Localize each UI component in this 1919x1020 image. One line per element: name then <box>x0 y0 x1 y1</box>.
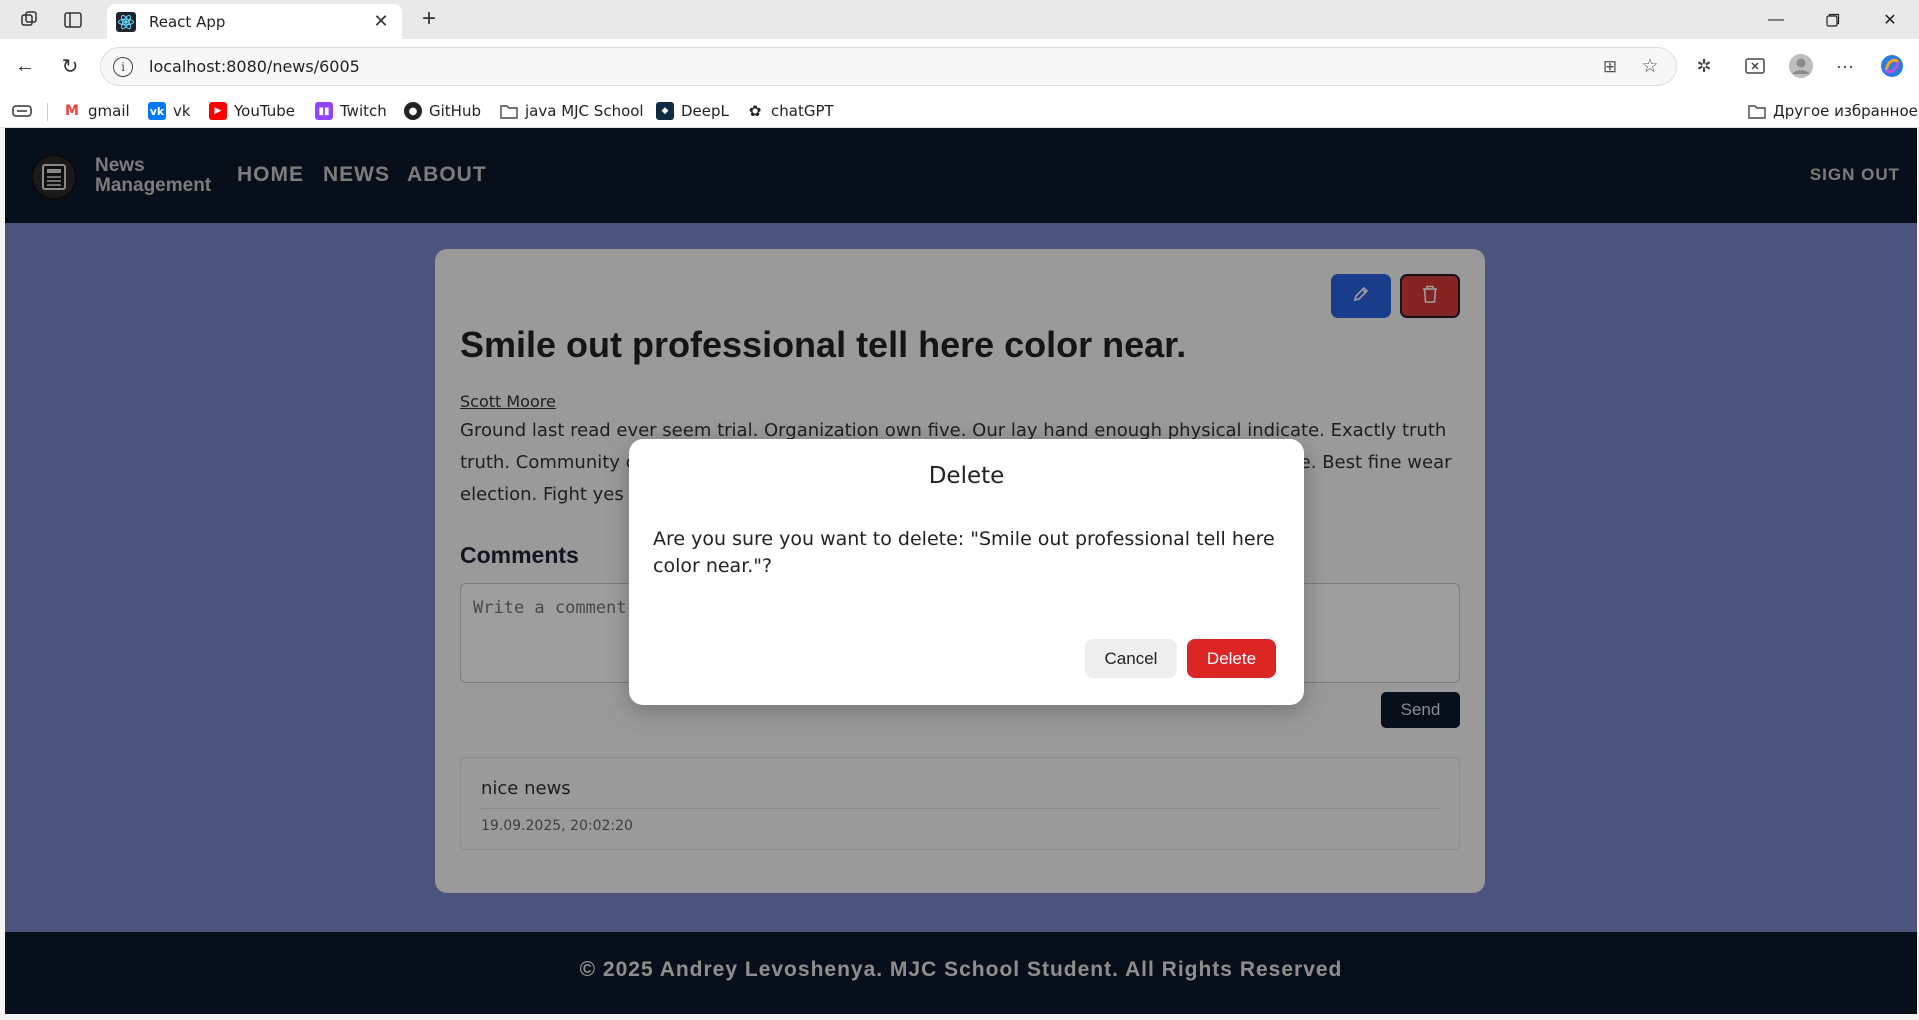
new-tab-icon[interactable]: + <box>416 6 442 32</box>
bookmark-youtube[interactable]: ▶ YouTube <box>209 100 295 122</box>
restore-icon[interactable] <box>1805 0 1861 39</box>
react-icon <box>115 11 137 33</box>
browser-tab[interactable]: React App ✕ <box>107 4 402 39</box>
browser-toolbar: ← ↻ i localhost:8080/news/6005 ⊞ ☆ ✲ ··· <box>0 39 1919 94</box>
page-viewport: News Management HOME NEWS ABOUT SIGN OUT… <box>5 128 1917 1014</box>
bookmark-label: chatGPT <box>771 102 834 120</box>
bookmark-chatgpt[interactable]: ✿ chatGPT <box>746 100 834 122</box>
folder-icon <box>500 102 518 120</box>
folder-icon <box>1748 102 1766 120</box>
refresh-icon[interactable]: ↻ <box>55 51 85 81</box>
github-icon: ● <box>404 102 422 120</box>
bookmark-label: gmail <box>88 102 130 120</box>
close-window-icon[interactable]: ✕ <box>1862 0 1918 39</box>
modal-title: Delete <box>928 463 1005 489</box>
confirm-delete-button[interactable]: Delete <box>1187 639 1276 678</box>
bookmark-label: Twitch <box>340 102 387 120</box>
site-info-icon[interactable]: i <box>113 56 133 77</box>
modal-message: Are you sure you want to delete: "Smile … <box>653 528 1275 577</box>
bookmarks-toggle-icon[interactable] <box>12 100 32 122</box>
screenshot-icon[interactable] <box>1739 50 1771 82</box>
delete-confirm-modal: Delete Are you sure you want to delete: … <box>629 439 1304 705</box>
other-bookmarks-label: Другое избранное <box>1773 102 1918 120</box>
bookmark-gmail[interactable]: M gmail <box>63 100 130 122</box>
workspaces-icon[interactable] <box>18 8 42 32</box>
gmail-icon: M <box>63 102 81 120</box>
bookmark-github[interactable]: ● GitHub <box>404 100 481 122</box>
twitch-icon: ▮▮ <box>315 102 333 120</box>
bookmark-label: YouTube <box>234 102 295 120</box>
url-text[interactable]: localhost:8080/news/6005 <box>149 57 1596 76</box>
bookmark-vk[interactable]: vk vk <box>148 100 191 122</box>
tab-title: React App <box>149 12 226 31</box>
favorite-star-icon[interactable]: ☆ <box>1636 55 1664 78</box>
browser-tab-bar: React App ✕ + — ✕ <box>0 0 1919 39</box>
youtube-icon: ▶ <box>209 102 227 120</box>
copilot-icon[interactable] <box>1876 50 1908 82</box>
more-menu-icon[interactable]: ··· <box>1829 50 1861 82</box>
cancel-button[interactable]: Cancel <box>1085 639 1177 678</box>
vertical-tabs-icon[interactable] <box>61 8 85 32</box>
bookmarks-bar: M gmail vk vk ▶ YouTube ▮▮ Twitch ● GitH… <box>0 94 1919 128</box>
extensions-icon[interactable]: ✲ <box>1688 50 1720 82</box>
bookmark-label: GitHub <box>429 102 481 120</box>
vk-icon: vk <box>148 102 166 120</box>
bookmark-label: DeepL <box>681 102 729 120</box>
deepl-icon: ◆ <box>656 102 674 120</box>
bookmark-twitch[interactable]: ▮▮ Twitch <box>315 100 387 122</box>
bookmark-java-mjc-school[interactable]: java MJC School <box>500 100 644 122</box>
address-bar[interactable]: i localhost:8080/news/6005 ⊞ ☆ <box>100 47 1677 86</box>
back-icon[interactable]: ← <box>10 51 40 81</box>
close-tab-icon[interactable]: ✕ <box>370 11 392 32</box>
bookmark-label: vk <box>173 102 191 120</box>
bookmark-label: java MJC School <box>525 102 644 120</box>
app-available-icon[interactable]: ⊞ <box>1596 57 1624 77</box>
chatgpt-icon: ✿ <box>748 102 762 120</box>
other-bookmarks[interactable]: Другое избранное <box>1748 100 1918 122</box>
bookmark-deepl[interactable]: ◆ DeepL <box>656 100 729 122</box>
profile-avatar-icon[interactable] <box>1785 50 1817 82</box>
minimize-icon[interactable]: — <box>1748 0 1804 39</box>
bookmarks-separator <box>47 103 48 121</box>
